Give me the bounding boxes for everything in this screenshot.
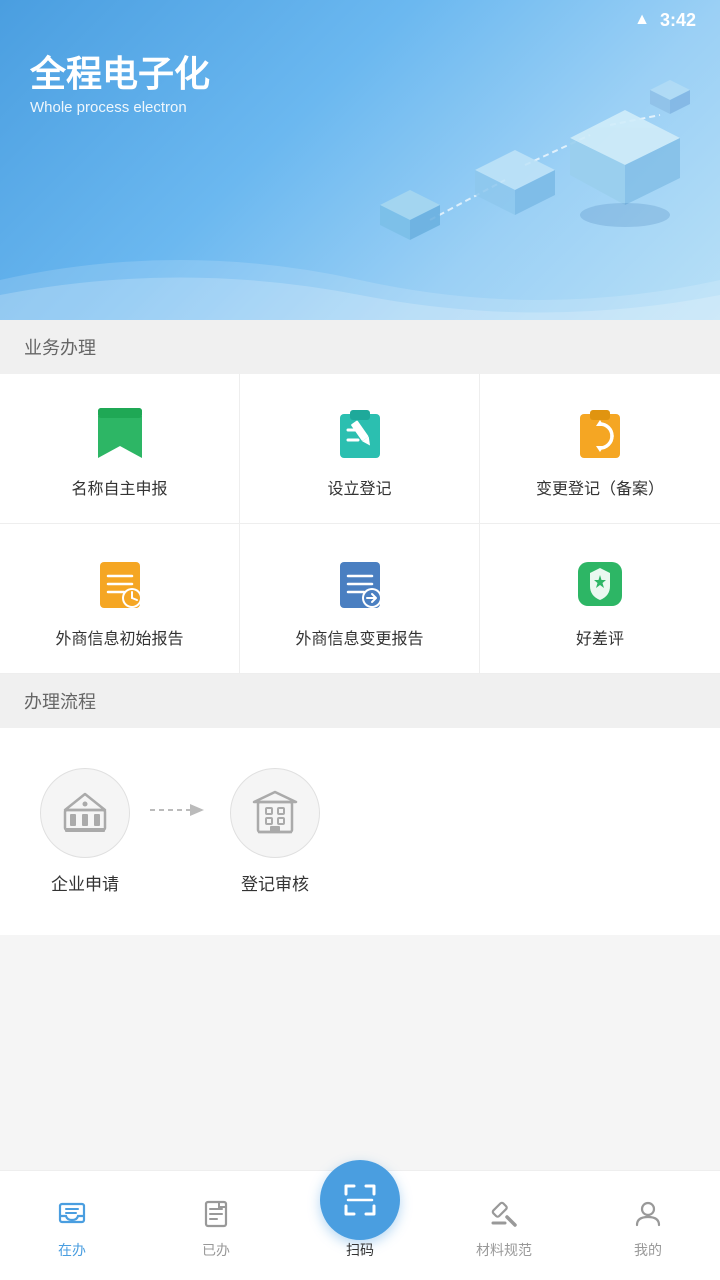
menu-label-foreign-initial: 外商信息初始报告 (55, 630, 183, 651)
process-step-apply[interactable]: 企业申请 (40, 768, 130, 895)
hero-banner: 全程电子化 Whole process electron (0, 0, 720, 320)
business-menu-grid: 名称自主申报 设立登记 (0, 374, 720, 674)
refresh-clipboard-icon (568, 402, 632, 466)
review-circle (230, 768, 320, 858)
badge-star-icon (568, 552, 632, 616)
process-flow: 企业申请 (0, 728, 720, 935)
nav-item-materials[interactable]: 材料规范 (432, 1199, 576, 1264)
menu-label-change-register: 变更登记（备案） (536, 480, 664, 501)
nav-item-in-progress[interactable]: 在办 (0, 1199, 144, 1264)
nav-item-mine[interactable]: 我的 (576, 1199, 720, 1264)
menu-item-rating[interactable]: 好差评 (480, 524, 720, 674)
menu-item-establishment[interactable]: 设立登记 (240, 374, 480, 524)
nav-label-done: 已办 (202, 1240, 230, 1260)
edit-clipboard-icon (328, 402, 392, 466)
bookmark-icon (88, 402, 152, 466)
menu-label-foreign-change: 外商信息变更报告 (295, 630, 423, 651)
apply-circle (40, 768, 130, 858)
scan-button[interactable] (320, 1160, 400, 1240)
nav-label-materials: 材料规范 (476, 1240, 532, 1260)
menu-item-foreign-change[interactable]: 外商信息变更报告 (240, 524, 480, 674)
report-arrow-icon (328, 552, 392, 616)
process-label-review: 登记审核 (241, 870, 309, 895)
wifi-icon: ▲ (634, 11, 650, 29)
hero-title-block: 全程电子化 Whole process electron (30, 52, 210, 116)
person-icon (633, 1199, 663, 1234)
app-title: 全程电子化 (30, 52, 210, 95)
time-display: 3:42 (660, 10, 696, 31)
nav-label-in-progress: 在办 (58, 1240, 86, 1260)
process-arrow (130, 798, 230, 822)
nav-item-scan[interactable]: 扫码 (288, 1260, 432, 1264)
business-section-header: 业务办理 (0, 320, 720, 374)
menu-label-establishment: 设立登记 (327, 480, 391, 501)
process-section-header: 办理流程 (0, 674, 720, 728)
menu-item-name-self-report[interactable]: 名称自主申报 (0, 374, 240, 524)
menu-item-change-register[interactable]: 变更登记（备案） (480, 374, 720, 524)
menu-item-foreign-initial[interactable]: 外商信息初始报告 (0, 524, 240, 674)
report-clock-icon (88, 552, 152, 616)
status-bar: ▲ 3:42 (0, 0, 720, 40)
gavel-icon (489, 1199, 519, 1234)
bottom-nav: 在办 已办 扫码 (0, 1170, 720, 1280)
menu-label-name-self-report: 名称自主申报 (71, 480, 167, 501)
app-subtitle: Whole process electron (30, 99, 210, 116)
menu-label-rating: 好差评 (576, 630, 624, 651)
document-icon (201, 1199, 231, 1234)
process-step-review[interactable]: 登记审核 (230, 768, 320, 895)
nav-item-done[interactable]: 已办 (144, 1199, 288, 1264)
process-label-apply: 企业申请 (51, 870, 119, 895)
nav-label-mine: 我的 (634, 1240, 662, 1260)
inbox-icon (57, 1199, 87, 1234)
process-section: 企业申请 (0, 728, 720, 935)
nav-label-scan: 扫码 (346, 1240, 374, 1260)
